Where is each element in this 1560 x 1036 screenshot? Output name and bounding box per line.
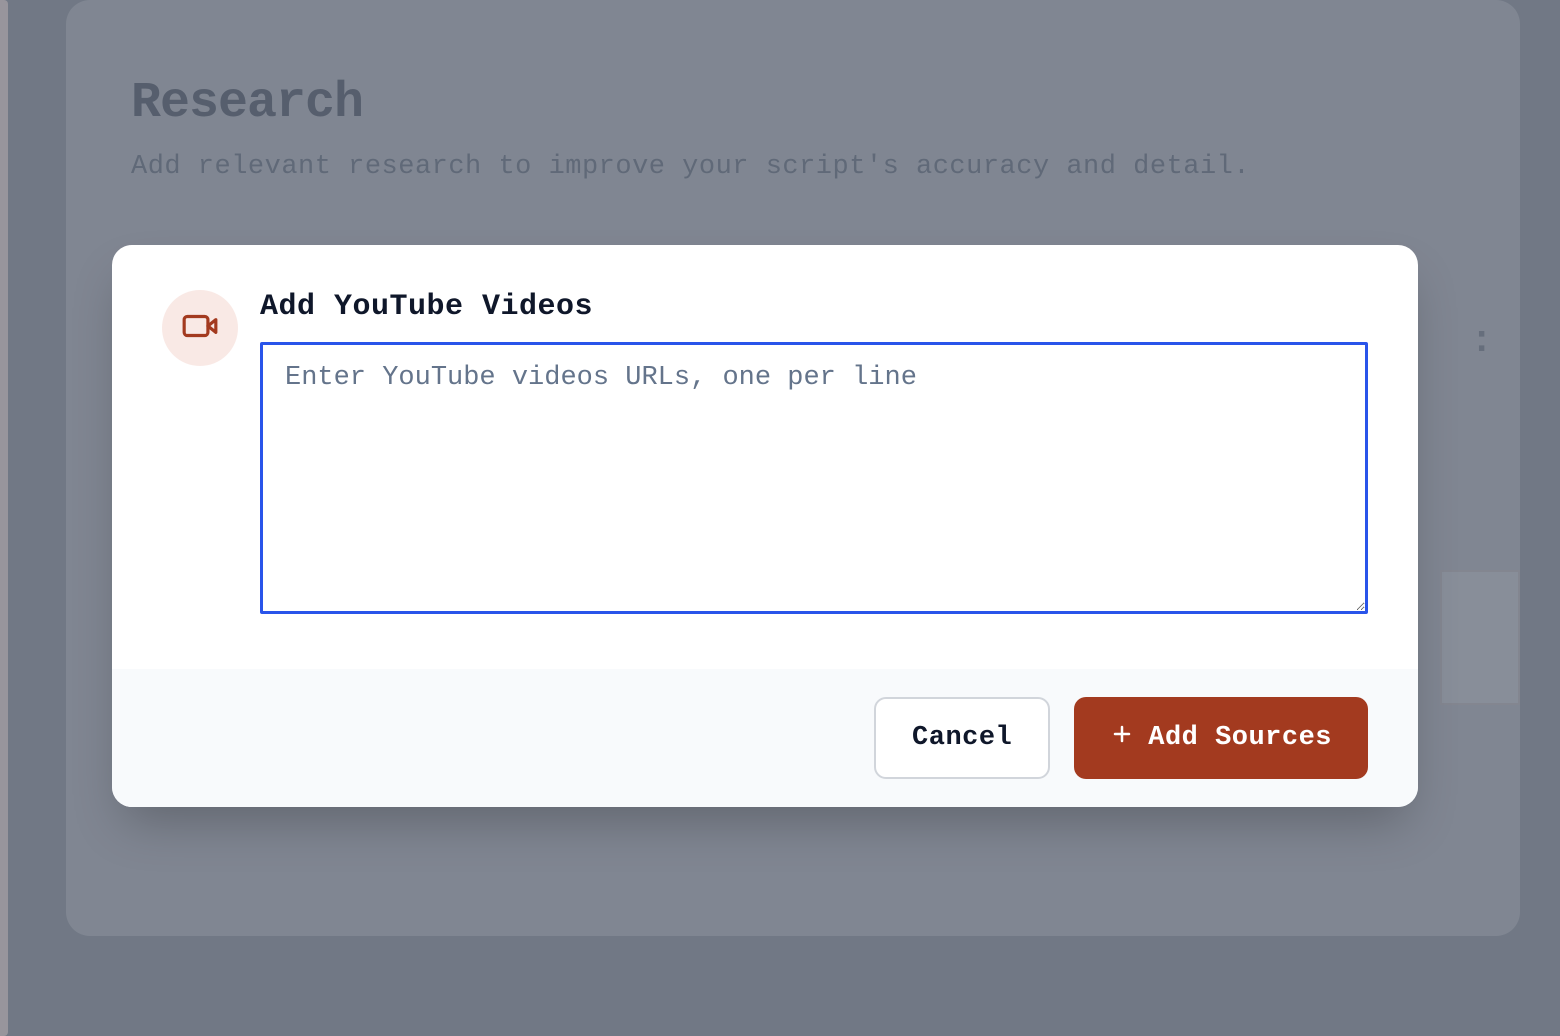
plus-icon: [1110, 722, 1134, 755]
modal-title: Add YouTube Videos: [260, 290, 1368, 324]
add-youtube-modal: Add YouTube Videos Cancel Add Sources: [112, 245, 1418, 807]
add-sources-button[interactable]: Add Sources: [1074, 697, 1368, 779]
add-sources-label: Add Sources: [1148, 723, 1332, 753]
modal-body: Add YouTube Videos: [112, 245, 1418, 669]
video-icon: [181, 307, 219, 350]
cancel-button[interactable]: Cancel: [874, 697, 1050, 779]
modal-icon-circle: [162, 290, 238, 366]
modal-main: Add YouTube Videos: [260, 290, 1368, 619]
modal-footer: Cancel Add Sources: [112, 669, 1418, 807]
youtube-urls-input[interactable]: [260, 342, 1368, 614]
